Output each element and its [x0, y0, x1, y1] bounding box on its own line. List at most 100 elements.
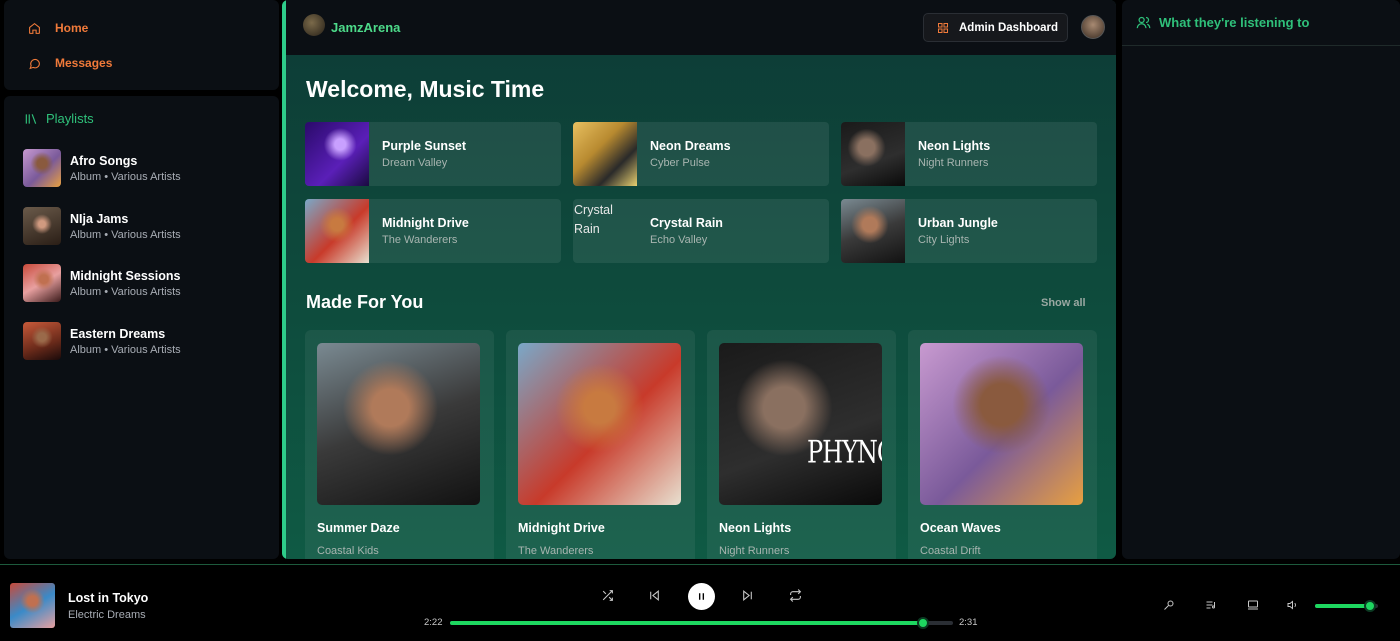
quick-pick-title: Crystal Rain — [650, 216, 723, 230]
quick-pick-cover — [305, 199, 369, 263]
show-all-link[interactable]: Show all — [1041, 297, 1086, 309]
divider — [1122, 45, 1400, 46]
quick-pick-artist: Echo Valley — [650, 234, 708, 246]
nav-panel: Home Messages — [4, 0, 279, 90]
previous-button[interactable] — [646, 587, 662, 603]
main-content: JamzArena Admin Dashboard Welcome, Music… — [282, 0, 1116, 559]
next-button[interactable] — [739, 587, 755, 603]
user-avatar[interactable] — [1081, 15, 1105, 39]
album-cover: PHYNO — [719, 343, 882, 505]
brand-logo[interactable] — [303, 14, 325, 36]
quick-pick-artist: Dream Valley — [382, 157, 448, 169]
progress-slider[interactable] — [450, 617, 953, 629]
album-card[interactable]: Summer Daze Coastal Kids — [305, 330, 494, 559]
playlist-thumbnail — [23, 149, 61, 187]
quick-pick[interactable]: Crystal Rain Crystal Rain Echo Valley — [573, 199, 829, 263]
quick-pick-title: Neon Dreams — [650, 139, 731, 153]
lyrics-button[interactable] — [1162, 598, 1176, 612]
volume-handle[interactable] — [1363, 600, 1376, 612]
nav-home[interactable]: Home — [28, 21, 88, 35]
playlist-item[interactable]: NIja Jams Album • Various Artists — [23, 206, 273, 246]
quick-pick[interactable]: Midnight Drive The Wanderers — [305, 199, 561, 263]
nav-home-label: Home — [55, 21, 89, 35]
quick-pick[interactable]: Neon Lights Night Runners — [841, 122, 1097, 186]
skip-back-icon — [649, 589, 659, 601]
queue-button[interactable] — [1204, 598, 1218, 612]
home-icon — [29, 22, 40, 34]
now-playing-artist[interactable]: Electric Dreams — [68, 609, 146, 621]
now-playing-cover[interactable] — [10, 583, 55, 628]
playlist-subtitle: Album • Various Artists — [70, 343, 181, 356]
album-artist: Coastal Drift — [920, 545, 981, 557]
album-title: Neon Lights — [719, 521, 792, 535]
shuffle-icon — [602, 589, 613, 601]
album-artist: Night Runners — [719, 545, 790, 557]
playlist-title: NIja Jams — [70, 211, 129, 226]
playlists-label: Playlists — [46, 111, 94, 126]
admin-dashboard-label: Admin Dashboard — [959, 21, 1059, 34]
playlist-thumbnail — [23, 322, 61, 360]
quick-pick-title: Urban Jungle — [918, 216, 998, 230]
quick-pick-cover — [841, 199, 905, 263]
playlist-item[interactable]: Afro Songs Album • Various Artists — [23, 148, 273, 188]
playlist-thumbnail — [23, 264, 61, 302]
playlist-thumbnail — [23, 207, 61, 245]
album-cover-text: PHYNO — [807, 433, 882, 471]
playlists-heading[interactable]: Playlists — [24, 111, 94, 126]
volume-fill — [1315, 604, 1370, 608]
album-title: Ocean Waves — [920, 521, 1001, 535]
pause-button[interactable] — [688, 583, 715, 610]
quick-pick-title: Midnight Drive — [382, 216, 469, 230]
album-cover — [317, 343, 480, 505]
now-playing-title[interactable]: Lost in Tokyo — [68, 591, 148, 605]
quick-pick[interactable]: Purple Sunset Dream Valley — [305, 122, 561, 186]
monitor-icon — [1248, 600, 1258, 610]
quick-pick[interactable]: Neon Dreams Cyber Pulse — [573, 122, 829, 186]
playlist-subtitle: Album • Various Artists — [70, 285, 181, 298]
album-card[interactable]: Midnight Drive The Wanderers — [506, 330, 695, 559]
album-cover — [518, 343, 681, 505]
skip-forward-icon — [742, 589, 752, 601]
quick-pick-cover — [841, 122, 905, 186]
playlist-title: Afro Songs — [70, 153, 138, 168]
album-card[interactable]: Ocean Waves Coastal Drift — [908, 330, 1097, 559]
quick-pick-title: Neon Lights — [918, 139, 991, 153]
repeat-button[interactable] — [787, 587, 803, 603]
album-title: Summer Daze — [317, 521, 400, 535]
brand-name[interactable]: JamzArena — [331, 20, 400, 35]
accent-bar — [282, 0, 286, 559]
quick-pick-artist: The Wanderers — [382, 234, 458, 246]
quick-pick[interactable]: Urban Jungle City Lights — [841, 199, 1097, 263]
album-artist: The Wanderers — [518, 545, 594, 557]
pause-icon — [698, 593, 705, 600]
repeat-icon — [789, 588, 801, 602]
volume-slider[interactable] — [1315, 600, 1378, 612]
quick-pick-cover — [305, 122, 369, 186]
volume-button[interactable] — [1286, 598, 1300, 612]
nav-messages-label: Messages — [55, 56, 113, 70]
friends-heading-label: What they're listening to — [1159, 15, 1310, 30]
broken-image: Crystal Rain — [573, 199, 637, 263]
dashboard-icon — [938, 22, 948, 33]
playlist-subtitle: Album • Various Artists — [70, 228, 181, 241]
quick-pick-artist: City Lights — [918, 234, 970, 246]
admin-dashboard-button[interactable]: Admin Dashboard — [923, 13, 1068, 42]
microphone-icon — [1164, 600, 1174, 610]
library-panel: Playlists Afro Songs Album • Various Art… — [4, 96, 279, 559]
quick-pick-title: Purple Sunset — [382, 139, 467, 153]
library-icon — [25, 113, 37, 124]
playlist-subtitle: Album • Various Artists — [70, 170, 181, 183]
album-card[interactable]: PHYNO Neon Lights Night Runners — [707, 330, 896, 559]
elapsed-time: 2:22 — [424, 617, 443, 628]
friends-heading: What they're listening to — [1136, 15, 1309, 30]
playlist-item[interactable]: Eastern Dreams Album • Various Artists — [23, 321, 273, 361]
quick-pick-cover — [573, 122, 637, 186]
message-icon — [29, 58, 40, 69]
playlist-title: Eastern Dreams — [70, 326, 166, 341]
playlist-item[interactable]: Midnight Sessions Album • Various Artist… — [23, 263, 273, 303]
volume-icon — [1287, 600, 1296, 610]
devices-button[interactable] — [1246, 598, 1260, 612]
nav-messages[interactable]: Messages — [28, 56, 112, 70]
progress-handle[interactable] — [916, 617, 929, 629]
shuffle-button[interactable] — [599, 587, 615, 603]
